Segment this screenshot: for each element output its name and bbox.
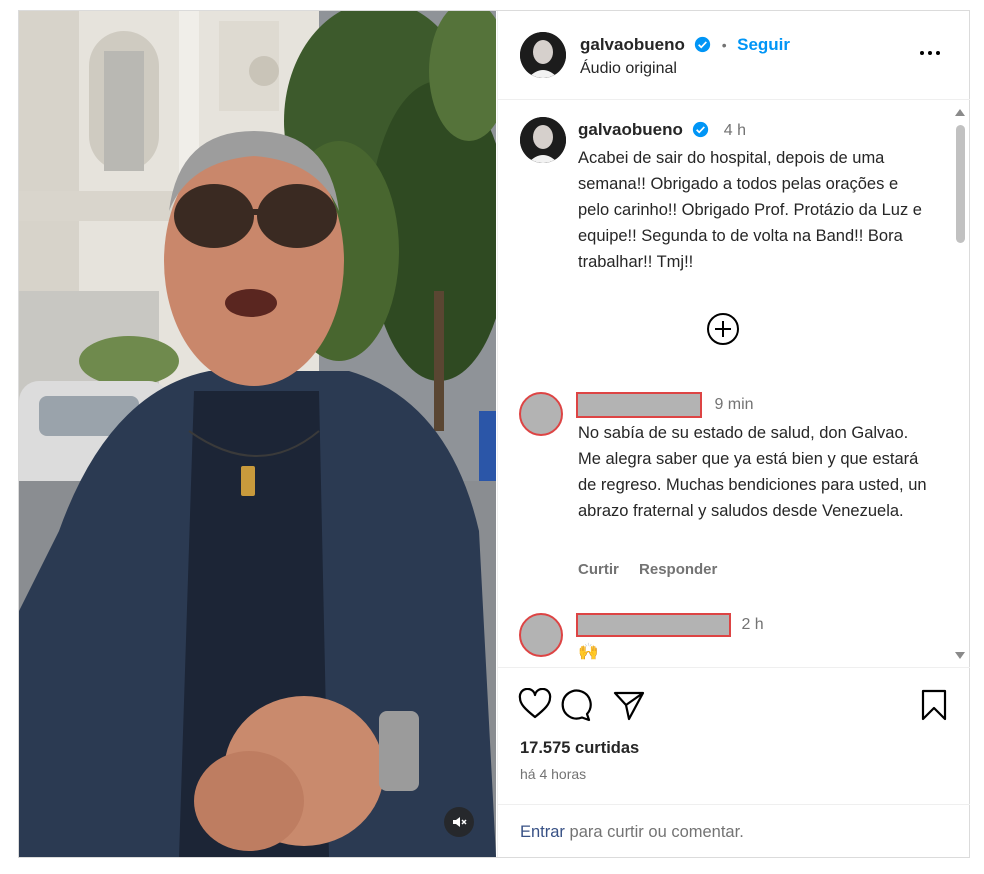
avatar-photo (520, 117, 566, 163)
heart-icon (518, 687, 552, 719)
post-footer: 17.575 curtidas há 4 horas Entrar para c… (498, 667, 970, 858)
post-dialog: galvaobueno • Seguir Áudio original galv… (18, 10, 970, 858)
likes-count[interactable]: 17.575 curtidas (520, 739, 639, 758)
muted-speaker-icon (453, 817, 467, 827)
login-prompt: Entrar para curtir ou comentar. (498, 804, 970, 859)
comment-like-button[interactable]: Curtir (578, 561, 619, 578)
post-timestamp[interactable]: há 4 horas (520, 766, 586, 782)
comment-actions: Curtir Responder (578, 561, 733, 578)
comment-text: 🙌 (578, 643, 599, 661)
more-options-icon[interactable] (918, 41, 942, 65)
scroll-up-arrow-icon[interactable] (955, 109, 965, 116)
scrollbar-thumb[interactable] (956, 125, 965, 243)
comment-avatar[interactable] (519, 392, 563, 436)
login-link[interactable]: Entrar (520, 823, 565, 841)
redacted-username (576, 613, 731, 637)
save-button[interactable] (920, 688, 948, 727)
comment-avatar[interactable] (519, 613, 563, 657)
video-frame-illustration (19, 11, 496, 857)
share-button[interactable] (612, 688, 646, 727)
comment-time[interactable]: 9 min (714, 396, 753, 413)
audio-label[interactable]: Áudio original (580, 60, 677, 78)
follow-button[interactable]: Seguir (737, 35, 790, 54)
comments-scrollbar[interactable] (954, 107, 966, 661)
redacted-username (576, 392, 702, 418)
comment-reply-button[interactable]: Responder (639, 561, 717, 578)
bookmark-icon (921, 689, 947, 721)
scroll-down-arrow-icon[interactable] (955, 652, 965, 659)
comment-text: No sabía de su estado de salud, don Galv… (578, 424, 927, 520)
verified-badge-icon (695, 36, 711, 53)
separator-dot: • (721, 37, 727, 53)
plus-circle-icon (707, 313, 739, 345)
comments-list: galvaobueno 4 h Acabei de sair do hospit… (498, 100, 970, 666)
author-username[interactable]: galvaobueno (580, 35, 685, 54)
comment-button[interactable] (558, 688, 592, 727)
like-button[interactable] (518, 687, 552, 725)
load-more-comments-button[interactable] (706, 312, 740, 346)
verified-badge-icon (693, 121, 709, 138)
caption-text: Acabei de sair do hospital, depois de um… (578, 149, 922, 271)
avatar-photo (520, 32, 566, 78)
caption-avatar[interactable] (520, 117, 566, 163)
caption-time[interactable]: 4 h (724, 122, 746, 139)
comment-time[interactable]: 2 h (741, 616, 763, 633)
post-side-panel: galvaobueno • Seguir Áudio original galv… (497, 11, 970, 857)
login-prompt-text: para curtir ou comentar. (569, 823, 744, 841)
post-header: galvaobueno • Seguir Áudio original (498, 11, 970, 100)
send-icon (613, 691, 645, 721)
comment-icon (561, 689, 592, 722)
mute-button[interactable] (444, 807, 474, 837)
caption-username[interactable]: galvaobueno (578, 120, 683, 139)
author-avatar[interactable] (520, 32, 566, 78)
post-video[interactable] (19, 11, 496, 857)
